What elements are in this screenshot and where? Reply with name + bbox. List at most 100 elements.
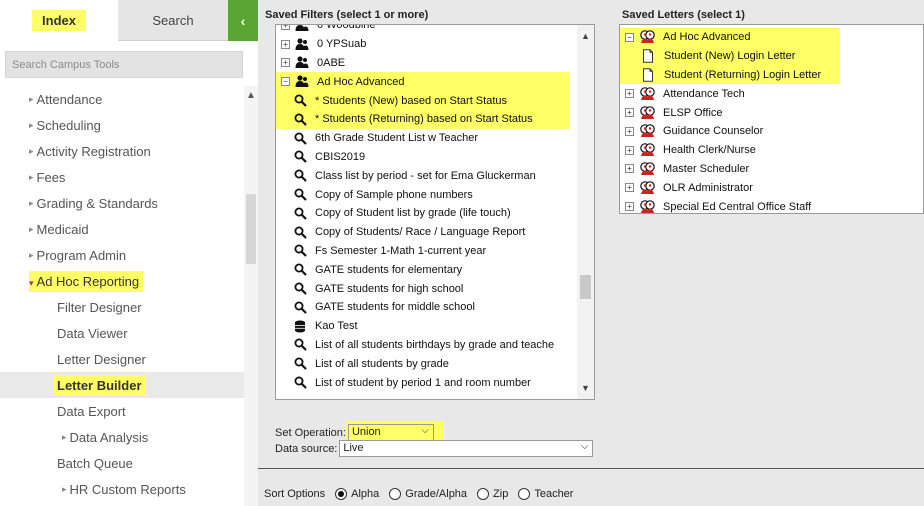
sidebar-item-hr-custom-reports[interactable]: ▸ HR Custom Reports [0,476,258,502]
expand-icon[interactable]: + [625,89,634,99]
filter-item[interactable]: 6th Grade Student List w Teacher [276,129,594,148]
sort-alpha-label: Alpha [351,488,380,500]
search-campus-tools-input[interactable]: Search Campus Tools [5,51,243,78]
filter-item[interactable]: * Students (Returning) based on Start St… [276,109,570,129]
filter-item[interactable]: Copy of Student list by grade (life touc… [276,204,594,223]
sidebar-item-data-export[interactable]: Data Export [0,398,258,424]
chevron-right-icon: ▸ [29,223,34,234]
saved-letters-list[interactable]: − Ad Hoc Advanced Student (New) Login Lett… [619,24,924,214]
letter-item-label: Ad Hoc Advanced [663,31,751,44]
sidebar-item-label: Grading & Standards [36,195,158,211]
tab-search[interactable]: Search [118,0,228,41]
filter-item-label: 6th Grade Student List w Teacher [315,132,479,145]
filter-item-label: CBIS2019 [315,150,366,163]
letter-folder[interactable]: + Special Ed Central Office Staff [620,197,923,213]
filters-scroll-thumb[interactable] [580,275,591,299]
chevron-right-icon: ▸ [62,483,67,494]
scroll-down-icon[interactable]: ▼ [581,383,590,393]
letter-item-label: OLR Administrator [663,181,753,194]
collapse-sidebar-button[interactable]: ‹ [228,0,258,41]
expand-icon[interactable]: + [625,108,634,118]
letter-item[interactable]: Student (New) Login Letter [620,46,840,66]
sidebar-item-batch-queue[interactable]: Batch Queue [0,450,258,476]
search-icon [293,338,307,352]
sort-zip-label: Zip [493,488,509,500]
sidebar-scroll-thumb[interactable] [246,194,256,264]
expand-icon[interactable]: + [625,183,634,193]
sort-zip-radio[interactable] [477,488,490,500]
expand-icon[interactable]: + [625,126,634,136]
sidebar-tabbar: Index Search ‹ [0,0,258,41]
sidebar-scrollbar[interactable]: ▲ [244,86,258,506]
filter-folder[interactable]: − Ad Hoc Advanced [276,72,570,92]
expand-icon[interactable]: + [281,58,290,68]
filter-folder[interactable]: +0 Woodbine [276,25,594,35]
expand-icon[interactable]: + [281,25,290,30]
set-operation-select[interactable]: Union ⌵ [347,424,434,441]
sidebar-item-ad-hoc-reporting[interactable]: ▾ Ad Hoc Reporting [0,268,258,294]
sidebar-item-activity-registration[interactable]: ▸ Activity Registration [0,138,258,164]
chevron-down-icon: ⌵ [580,441,589,452]
filter-item[interactable]: Copy of Sample phone numbers [276,185,594,204]
saved-filters-list[interactable]: +0 Woodbine +0 YPSuab +0ABE − Ad Hoc Advance… [275,24,595,400]
search-icon [293,112,307,126]
letter-folder[interactable]: + Master Scheduler [620,160,923,179]
filter-item[interactable]: Kao Test [276,317,594,336]
filter-item[interactable]: * Students (New) based on Start Status [276,91,570,110]
filter-item[interactable]: List of all students birthdays by grade … [276,336,594,355]
letter-folder[interactable]: + Guidance Counselor [620,122,923,141]
sidebar-item-fees[interactable]: ▸ Fees [0,164,258,190]
sidebar-item-medicaid[interactable]: ▸ Medicaid [0,216,258,242]
filter-item[interactable]: Fs Semester 1-Math 1-current year [276,242,594,261]
filter-item[interactable]: GATE students for middle school [276,298,594,317]
filter-item[interactable]: List of all students by grade [276,354,594,373]
collapse-icon[interactable]: − [625,32,634,42]
filters-scrollbar[interactable]: ▲ ▼ [577,25,594,399]
scroll-up-icon[interactable]: ▲ [581,31,590,41]
tab-index[interactable]: Index [0,0,118,41]
collapse-icon[interactable]: − [281,77,290,87]
sidebar-item-attendance[interactable]: ▸ Attendance [0,86,258,112]
saved-filters-title: Saved Filters (select 1 or more) [265,9,429,21]
sidebar-item-data-analysis[interactable]: ▸ Data Analysis [0,424,258,450]
scroll-up-icon[interactable]: ▲ [246,90,256,101]
filter-folder[interactable]: +0ABE [276,54,594,73]
user-group-icon [639,180,655,195]
filter-item[interactable]: CBIS2019 [276,148,594,167]
expand-icon[interactable]: + [625,145,634,155]
expand-icon[interactable]: + [625,164,634,174]
letter-folder[interactable]: + ELSP Office [620,103,923,122]
filter-item[interactable]: List of student by period 1 and room num… [276,373,594,392]
filter-folder[interactable]: +0 YPSuab [276,35,594,54]
sidebar-item-letter-designer[interactable]: Letter Designer [0,346,258,372]
letter-item-label: Student (Returning) Login Letter [664,68,822,81]
sidebar-item-label: Data Viewer [57,325,128,341]
sidebar-item-grading-standards[interactable]: ▸ Grading & Standards [0,190,258,216]
letter-folder[interactable]: + OLR Administrator [620,178,923,197]
letter-folder[interactable]: + Attendance Tech [620,84,923,103]
filter-item-label: 0 YPSuab [317,38,367,51]
letter-folder[interactable]: + Health Clerk/Nurse [620,141,923,160]
filter-item[interactable]: Class list by period - set for Ema Gluck… [276,166,594,185]
filter-item[interactable]: Copy of Students/ Race / Language Report [276,223,594,242]
expand-icon[interactable]: + [281,39,290,49]
search-icon [293,357,307,371]
sort-alpha-radio[interactable] [335,488,348,500]
sort-teacher-radio[interactable] [518,488,531,500]
filter-item[interactable]: GATE students for elementary [276,260,594,279]
filter-item[interactable]: GATE students for high school [276,279,594,298]
sidebar-item-filter-designer[interactable]: Filter Designer [0,294,258,320]
search-icon [293,263,307,277]
letter-folder[interactable]: − Ad Hoc Advanced [620,28,840,47]
sort-grade-alpha-radio[interactable] [389,488,402,500]
sidebar-item-letter-builder[interactable]: Letter Builder [0,372,258,398]
data-source-select[interactable]: Live ⌵ [339,440,594,457]
sidebar-item-program-admin[interactable]: ▸ Program Admin [0,242,258,268]
expand-icon[interactable]: + [625,202,634,212]
sidebar-item-label: Fees [36,169,66,185]
sidebar-item-data-viewer[interactable]: Data Viewer [0,320,258,346]
filter-item-label: Class list by period - set for Ema Gluck… [315,169,536,182]
letter-item[interactable]: Student (Returning) Login Letter [620,65,840,85]
data-source-value: Live [343,442,364,454]
sidebar-item-scheduling[interactable]: ▸ Scheduling [0,112,258,138]
